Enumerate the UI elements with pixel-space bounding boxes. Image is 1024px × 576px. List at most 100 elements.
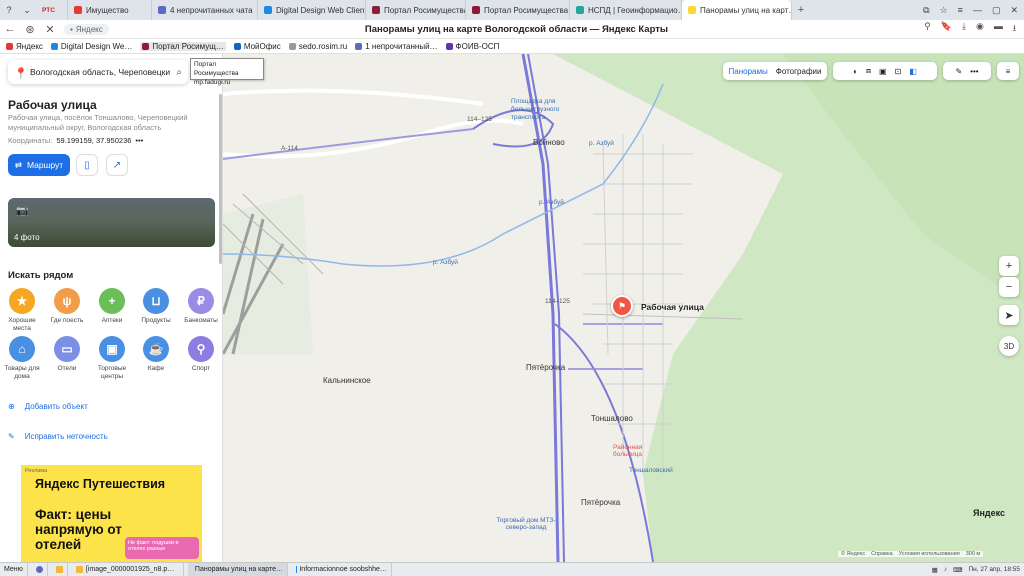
extensions-icon[interactable]: ⧉: [923, 5, 929, 16]
start-menu-button[interactable]: Меню: [0, 563, 28, 576]
add-object-button[interactable]: ⊕ Добавить объект: [8, 402, 88, 411]
photos-preview[interactable]: 📷 4 фото: [8, 198, 215, 247]
bookmark-button[interactable]: ▯: [76, 154, 98, 176]
category-label: Хорошие места: [8, 317, 36, 332]
new-tab-button[interactable]: +: [792, 0, 810, 20]
map-canvas[interactable]: Панорамы Фотографии ◐ ⧈ ▣ ⊡ ◧ ✎ ••• ≡ + …: [223, 54, 1024, 562]
search-icon[interactable]: ⌕: [176, 67, 182, 78]
3d-button[interactable]: 3D: [999, 336, 1019, 356]
minimize-icon[interactable]: —: [973, 5, 982, 15]
address-host-pill[interactable]: ▪ Яндекс: [64, 23, 109, 35]
volume-icon[interactable]: ♪: [944, 566, 947, 573]
download-manager-icon[interactable]: ⭳: [1013, 21, 1016, 37]
profile-icon[interactable]: ◉: [976, 21, 984, 37]
bookmark-icon[interactable]: 🔖: [941, 21, 952, 37]
category-atm[interactable]: ₽ Банкоматы: [179, 288, 222, 325]
photos-button[interactable]: Фотографии: [776, 67, 822, 76]
search-input[interactable]: 📍 Вологодская область, Череповецкий ⌕: [8, 60, 188, 84]
bookmark-item[interactable]: 1 непрочитанный…: [355, 42, 438, 51]
place-marker[interactable]: ⚑: [611, 295, 633, 317]
category-cafe[interactable]: ☕ Кафе: [134, 336, 178, 373]
share-button[interactable]: ↗: [106, 154, 128, 176]
map-label-mtz: Торговый дом МТЗ-северо-запад: [496, 517, 556, 531]
taskbar-item[interactable]: [image_0000001925_n8.p…: [72, 563, 184, 576]
tab-3[interactable]: Портал Росимущества: [366, 0, 466, 20]
back-icon[interactable]: ←: [0, 23, 20, 35]
map-label-river-1: р. Азбуй: [589, 140, 614, 147]
yandex-logo-icon[interactable]: ⊛: [20, 23, 40, 36]
category-malls[interactable]: ▣ Торговые центры: [90, 336, 134, 381]
zoom-in-button[interactable]: +: [999, 256, 1019, 276]
advertisement-banner[interactable]: Реклама Яндекс Путешествия Факт: цены на…: [21, 465, 202, 562]
taskbar-icon-yandex[interactable]: [32, 563, 48, 576]
close-window-icon[interactable]: ✕: [1010, 5, 1018, 16]
bookmark-item[interactable]: Digital Design We…: [50, 42, 132, 51]
tab-2[interactable]: Digital Design Web Client: [258, 0, 366, 20]
bookmark-item[interactable]: Портал Росимущ…: [140, 41, 226, 51]
map-menu-button[interactable]: ≡: [997, 62, 1019, 80]
more-icon[interactable]: •••: [970, 67, 978, 76]
tab-1[interactable]: 4 непрочитанных чата: [152, 0, 258, 20]
transport-icon[interactable]: ⧈: [866, 66, 871, 76]
fix-error-button[interactable]: ✎ Исправить неточность: [8, 432, 108, 441]
bookmark-label: МойОфис: [243, 41, 281, 51]
keyboard-icon[interactable]: ⌨: [953, 566, 962, 574]
tab-list-icon[interactable]: ⌄: [18, 0, 36, 20]
help-link[interactable]: Справка: [871, 551, 893, 557]
taskbar-icon-files[interactable]: [52, 563, 68, 576]
bus-icon[interactable]: ⊡: [895, 67, 902, 76]
sidebar-scrollbar[interactable]: [219, 94, 222, 264]
stop-loading-icon[interactable]: ✕: [40, 23, 60, 36]
hamburger-icon: ≡: [1005, 66, 1011, 76]
browser-menu-icon[interactable]: ?: [0, 0, 18, 20]
tab-favicon: [576, 6, 584, 14]
category-good-places[interactable]: ★ Хорошие места: [0, 288, 44, 333]
network-icon[interactable]: ▦: [932, 566, 938, 574]
image-viewer-icon: [75, 566, 83, 573]
category-groceries[interactable]: ⊔ Продукты: [134, 288, 178, 325]
taskbar-item-active[interactable]: Панорамы улиц на карте…: [187, 563, 288, 576]
location-icon[interactable]: ⚲: [924, 21, 931, 37]
download-icon[interactable]: ⤓: [962, 21, 966, 37]
tab-rtc[interactable]: РТС: [36, 0, 68, 20]
panoramas-button[interactable]: Панорамы: [729, 67, 768, 76]
my-location-button[interactable]: ➤: [999, 305, 1019, 325]
category-label: Товары для дома: [4, 365, 40, 380]
ruler-icon[interactable]: ✎: [955, 67, 962, 76]
terms-link[interactable]: Условия использования: [899, 551, 960, 557]
bookmark-favicon: [288, 42, 296, 50]
taskbar-item[interactable]: Informacionnoe soobshhe…: [292, 563, 392, 576]
tab-4[interactable]: Портал Росимущества: [466, 0, 570, 20]
location-arrow-icon: ➤: [1004, 309, 1014, 322]
category-pharmacy[interactable]: + Аптеки: [90, 288, 134, 325]
bookmarks-icon[interactable]: ☆: [940, 5, 948, 16]
panorama-layer-icon[interactable]: ◐: [853, 67, 858, 76]
bookmark-item[interactable]: ФОИВ-ОСП: [445, 42, 499, 51]
clock[interactable]: Пн, 27 апр, 18:55: [968, 566, 1020, 573]
menu-icon[interactable]: ≡: [958, 5, 963, 15]
map-label-kalninskoe: Кальнинское: [323, 376, 371, 385]
wallet-icon[interactable]: ▬: [994, 21, 1003, 37]
category-hotels[interactable]: ▭ Отели: [45, 336, 89, 373]
category-home-goods[interactable]: ⌂ Товары для дома: [0, 336, 44, 381]
bookmark-item[interactable]: sedo.rosim.ru: [288, 42, 347, 51]
coordinates-value[interactable]: 59.199159, 37.950236: [56, 136, 131, 145]
zoom-out-button[interactable]: −: [999, 277, 1019, 297]
tab-5[interactable]: НСПД | Геоинформацио…: [570, 0, 682, 20]
maximize-icon[interactable]: ▢: [992, 5, 1001, 16]
place-address: Рабочая улица, посёлок Тоншалово, Черепо…: [8, 113, 188, 132]
more-icon[interactable]: •••: [135, 136, 143, 145]
bookmark-item[interactable]: Яндекс: [6, 42, 43, 51]
camera-layer-icon[interactable]: ▣: [879, 67, 887, 76]
layers-icon[interactable]: ◧: [909, 67, 917, 76]
map-label-hospital: Районная больница: [613, 444, 643, 458]
tab-6-active[interactable]: Панорамы улиц на карт…✕: [682, 0, 792, 20]
map-label-tonshalovo: Тоншалово: [591, 414, 633, 423]
tab-favicon: [158, 6, 166, 14]
bookmark-item[interactable]: МойОфис: [233, 41, 281, 51]
category-sport[interactable]: ⚲ Спорт: [179, 336, 222, 373]
category-food[interactable]: ψ Где поесть: [45, 288, 89, 325]
route-button[interactable]: ⇄ Маршрут: [8, 154, 70, 176]
tab-0[interactable]: Имущество: [68, 0, 152, 20]
bookmark-favicon: [50, 42, 58, 50]
